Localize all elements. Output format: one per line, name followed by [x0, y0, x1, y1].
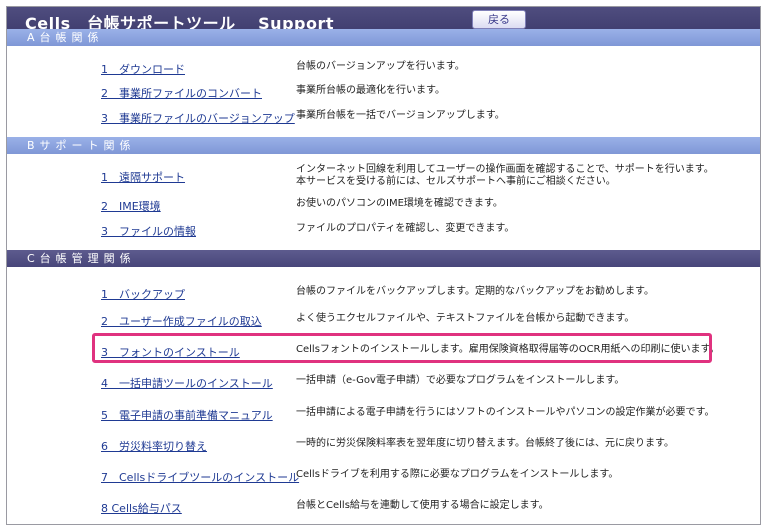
- item-description: 事業所台帳の最適化を行います。: [296, 85, 445, 96]
- item-description: 台帳のファイルをバックアップします。定期的なバックアップをお勧めします。: [296, 286, 654, 297]
- item-description-2: 本サービスを受ける前には、セルズサポートへ事前にご相談ください。: [296, 176, 616, 187]
- workers-comp-rate-switch-link[interactable]: 6 労災料率切り替え: [101, 438, 207, 454]
- item-description: 台帳のバージョンアップを行います。: [296, 61, 465, 72]
- install-font-link[interactable]: 3 フォントのインストール: [101, 344, 240, 360]
- section-header-b: Bサポート関係: [7, 137, 760, 154]
- cells-payroll-path-link[interactable]: 8 Cells給与パス: [101, 500, 182, 516]
- back-button[interactable]: 戻る: [472, 10, 526, 29]
- item-description: 一括申請による電子申請を行うにはソフトのインストールやパソコンの設定作業が必要で…: [296, 407, 715, 418]
- file-info-link[interactable]: 3 ファイルの情報: [101, 223, 196, 239]
- item-description: よく使うエクセルファイルや、テキストファイルを台帳から起動できます。: [296, 313, 635, 324]
- convert-office-file-link[interactable]: 2 事業所ファイルのコンバート: [101, 85, 262, 101]
- item-description: 一時的に労災保険料率表を翌年度に切り替えます。台帳終了後には、元に戻ります。: [296, 438, 674, 449]
- item-description: お使いのパソコンのIME環境を確認できます。: [296, 198, 503, 209]
- item-description: 事業所台帳を一括でバージョンアップします。: [296, 110, 505, 121]
- item-description: 一括申請（e-Gov電子申請）で必要なプログラムをインストールします。: [296, 375, 625, 386]
- e-application-manual-link[interactable]: 5 電子申請の事前準備マニュアル: [101, 407, 273, 423]
- section-header-c: C台帳管理関係: [7, 250, 760, 267]
- item-description: Cellsフォントのインストールします。雇用保険資格取得届等のOCR用紙への印刷…: [296, 344, 720, 355]
- install-bulk-apply-tool-link[interactable]: 4 一括申請ツールのインストール: [101, 375, 273, 391]
- ime-environment-link[interactable]: 2 IME環境: [101, 198, 161, 214]
- remote-support-link[interactable]: 1 遠隔サポート: [101, 169, 185, 185]
- item-description: 台帳とCells給与を連動して使用する場合に設定します。: [296, 500, 549, 511]
- backup-link[interactable]: 1 バックアップ: [101, 286, 185, 302]
- item-description: Cellsドライブを利用する際に必要なプログラムをインストールします。: [296, 469, 619, 480]
- item-description: インターネット回線を利用してユーザーの操作画面を確認することで、サポートを行いま…: [296, 164, 714, 175]
- import-user-file-link[interactable]: 2 ユーザー作成ファイルの取込: [101, 313, 262, 329]
- install-cells-drive-link[interactable]: 7 Cellsドライブツールのインストール: [101, 469, 299, 485]
- support-window: Cells 台帳サポートツール Support 戻る A台帳関係 1 ダウンロー…: [6, 6, 761, 525]
- section-header-a: A台帳関係: [7, 29, 760, 46]
- download-link[interactable]: 1 ダウンロード: [101, 61, 185, 77]
- upgrade-office-file-link[interactable]: 3 事業所ファイルのバージョンアップ: [101, 110, 295, 126]
- item-description: ファイルのプロパティを確認し、変更できます。: [296, 223, 515, 234]
